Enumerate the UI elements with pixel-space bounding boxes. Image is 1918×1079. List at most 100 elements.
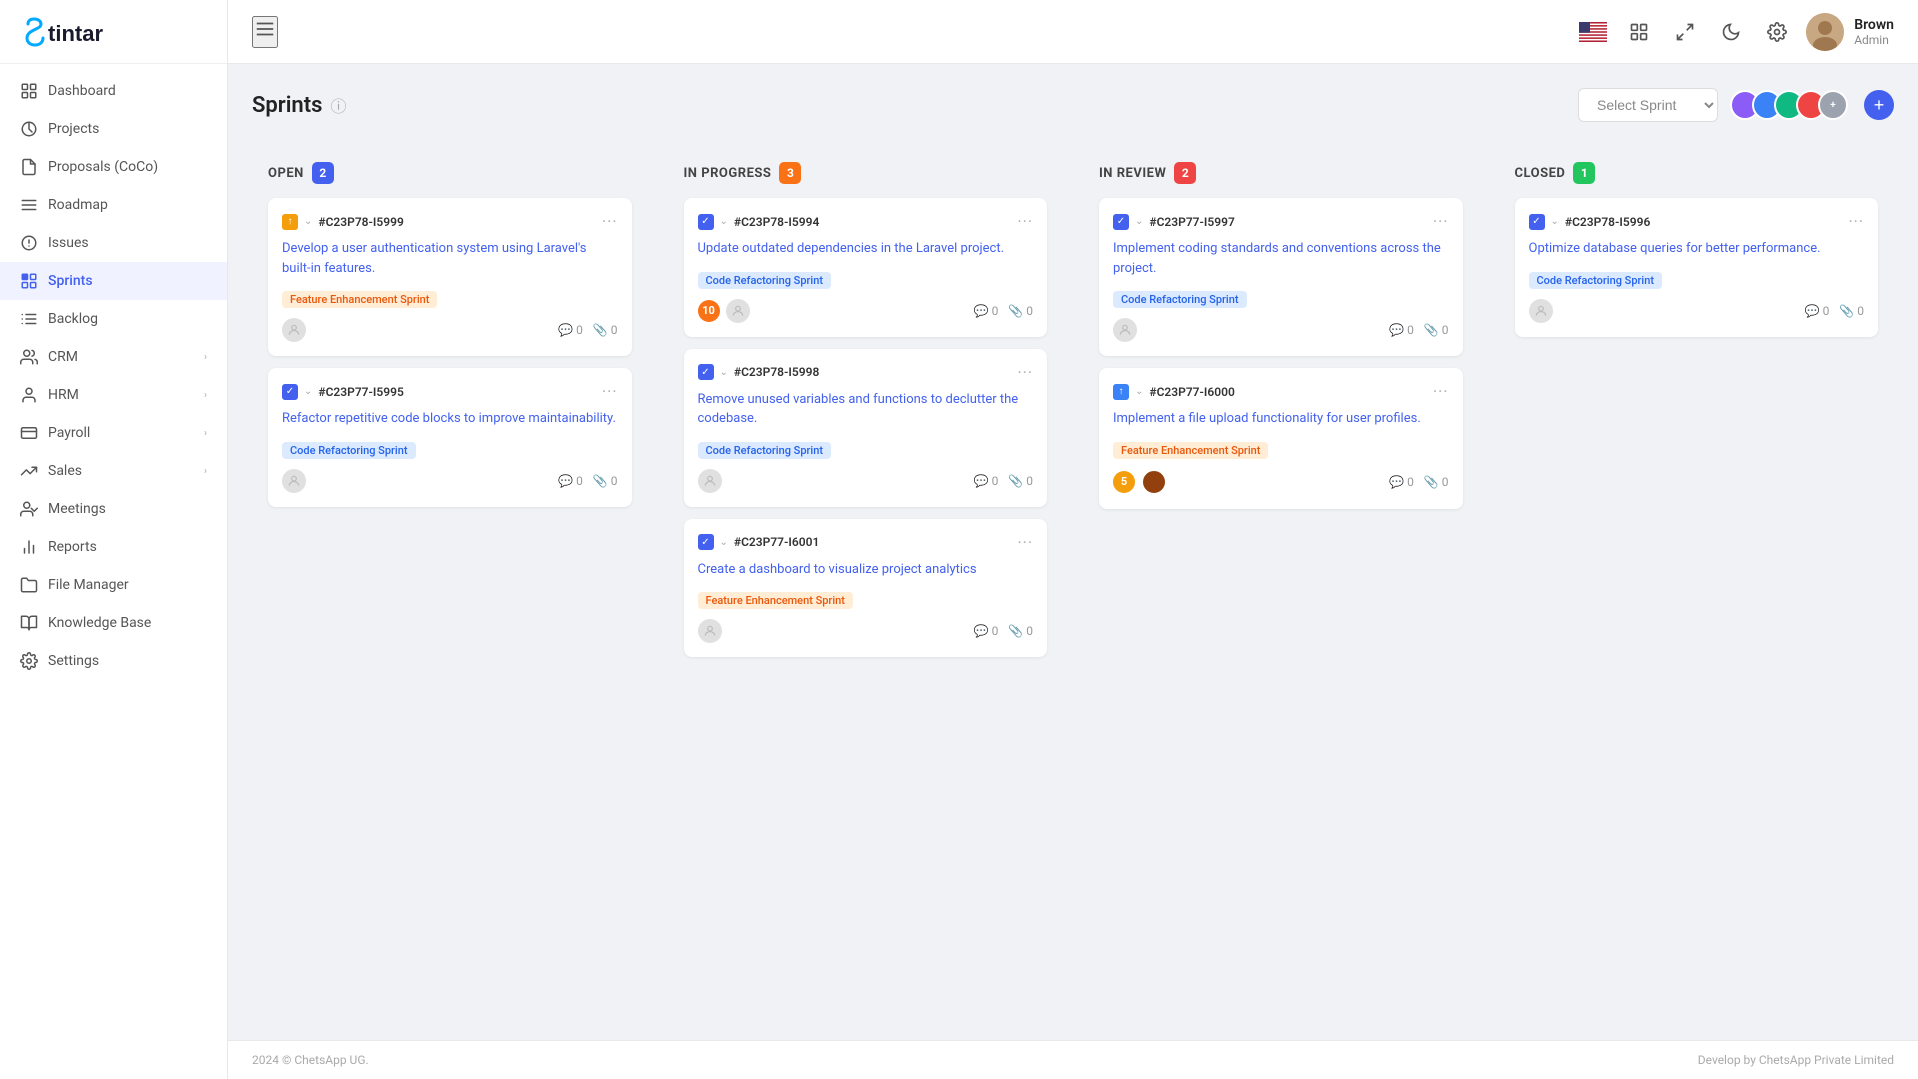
sidebar-item-projects[interactable]: Projects [0,110,227,148]
add-sprint-button[interactable]: + [1864,90,1894,120]
table-row[interactable]: ⌄ #C23P77-I6001 ··· Create a dashboard t… [684,519,1048,658]
sidebar-item-label: Projects [48,121,207,137]
table-row[interactable]: ⌄ #C23P77-I5997 ··· Implement coding sta… [1099,198,1463,356]
card-id-row: ⌄ #C23P77-I6001 [698,534,820,550]
page-body: Sprints ⓘ Select Sprint + + [228,64,1918,1040]
comment-stat: 💬 0 [974,304,999,318]
card-menu-button[interactable]: ··· [1017,363,1033,382]
card-footer: 💬 0 📎 0 [1113,318,1449,342]
apps-button[interactable] [1622,15,1656,49]
card-description: Create a dashboard to visualize project … [698,560,1034,580]
theme-toggle-button[interactable] [1714,15,1748,49]
card-id-row: ↑ ⌄ #C23P78-I5999 [282,214,404,230]
sidebar: tintar Dashboard Projects Proposals (CoC… [0,0,228,1079]
card-stats: 💬 0 📎 0 [974,624,1033,638]
card-menu-button[interactable]: ··· [602,212,618,231]
table-row[interactable]: ↑ ⌄ #C23P77-I6000 ··· Implement a file u… [1099,368,1463,509]
reports-icon [20,538,38,556]
sidebar-item-label: Issues [48,235,207,251]
info-icon[interactable]: ⓘ [330,93,346,117]
table-row[interactable]: ↑ ⌄ #C23P78-I5999 ··· Develop a user aut… [268,198,632,356]
payroll-icon [20,424,38,442]
settings-button[interactable] [1760,15,1794,49]
sidebar-item-label: Meetings [48,501,207,517]
card-menu-button[interactable]: ··· [602,382,618,401]
card-assignee [1113,318,1137,342]
card-footer: 💬 0 📎 0 [698,469,1034,493]
kanban-col-closed: CLOSED 1 ⌄ #C23P78-I5996 ··· Optimize da… [1499,146,1895,365]
sidebar-item-label: Payroll [48,425,194,441]
card-tag: Code Refactoring Sprint [698,272,832,289]
sidebar-item-meetings[interactable]: Meetings [0,490,227,528]
card-assignee [282,469,306,493]
sidebar-item-issues[interactable]: Issues [0,224,227,262]
chevron-icon: ⌄ [304,216,312,227]
table-row[interactable]: ⌄ #C23P78-I5998 ··· Remove unused variab… [684,349,1048,507]
col-badge-in-review: 2 [1174,162,1196,184]
priority-icon: ↑ [1113,384,1129,400]
card-id: #C23P77-I6000 [1149,385,1234,399]
sprint-select[interactable]: Select Sprint [1578,88,1718,122]
card-id-row: ⌄ #C23P78-I5994 [698,214,820,230]
sidebar-item-file-manager[interactable]: File Manager [0,566,227,604]
crm-arrow: › [204,352,207,363]
card-footer: 10 💬 0 📎 0 [698,299,1034,323]
sidebar-item-proposals[interactable]: Proposals (CoCo) [0,148,227,186]
card-description: Remove unused variables and functions to… [698,390,1034,429]
card-checkbox [698,364,714,380]
user-profile[interactable]: Brown Admin [1806,13,1894,51]
meetings-icon [20,500,38,518]
sprint-select-area: Select Sprint + + [1578,88,1894,122]
card-checkbox [698,534,714,550]
card-menu-button[interactable]: ··· [1433,212,1449,231]
task-count-badge: 5 [1113,471,1135,493]
card-stats: 💬 0 📎 0 [1389,323,1448,337]
sidebar-item-crm[interactable]: CRM › [0,338,227,376]
sidebar-item-settings[interactable]: Settings [0,642,227,680]
card-checkbox [698,214,714,230]
sales-arrow: › [204,466,207,477]
table-row[interactable]: ⌄ #C23P78-I5994 ··· Update outdated depe… [684,198,1048,337]
card-id: #C23P78-I5999 [318,215,403,229]
card-tag: Code Refactoring Sprint [282,442,416,459]
attachment-stat: 📎 0 [1424,323,1449,337]
avatar [1806,13,1844,51]
col-badge-in-progress: 3 [779,162,801,184]
sidebar-item-reports[interactable]: Reports [0,528,227,566]
attachment-stat: 📎 0 [1839,304,1864,318]
attachment-stat: 📎 0 [1424,475,1449,489]
page-header: Sprints ⓘ Select Sprint + + [252,88,1894,122]
card-footer: 5 💬 0 📎 0 [1113,469,1449,495]
sidebar-item-sprints[interactable]: Sprints [0,262,227,300]
fullscreen-button[interactable] [1668,15,1702,49]
card-stats: 💬 0 📎 0 [974,304,1033,318]
card-stats: 💬 0 📎 0 [974,474,1033,488]
language-selector[interactable] [1576,15,1610,49]
sidebar-item-sales[interactable]: Sales › [0,452,227,490]
card-menu-button[interactable]: ··· [1017,533,1033,552]
card-menu-button[interactable]: ··· [1433,382,1449,401]
card-tag: Code Refactoring Sprint [1529,272,1663,289]
hrm-icon [20,386,38,404]
comment-stat: 💬 0 [558,323,583,337]
card-menu-button[interactable]: ··· [1848,212,1864,231]
sidebar-item-dashboard[interactable]: Dashboard [0,72,227,110]
sidebar-item-hrm[interactable]: HRM › [0,376,227,414]
avatar-small [1141,469,1167,495]
chevron-icon: ⌄ [1135,386,1143,397]
kanban-board: OPEN 2 ↑ ⌄ #C23P78-I5999 ··· Develop a u… [252,146,1894,685]
hrm-arrow: › [204,390,207,401]
file-manager-icon [20,576,38,594]
sidebar-item-knowledge-base[interactable]: Knowledge Base [0,604,227,642]
card-stats: 💬 0 📎 0 [558,474,617,488]
card-menu-button[interactable]: ··· [1017,212,1033,231]
table-row[interactable]: ⌄ #C23P77-I5995 ··· Refactor repetitive … [268,368,632,507]
sidebar-item-roadmap[interactable]: Roadmap [0,186,227,224]
logo[interactable]: tintar [0,0,227,64]
sidebar-item-payroll[interactable]: Payroll › [0,414,227,452]
hamburger-button[interactable] [252,16,278,48]
table-row[interactable]: ⌄ #C23P78-I5996 ··· Optimize database qu… [1515,198,1879,337]
main-content: Brown Admin Sprints ⓘ Select Sprint [228,0,1918,1079]
proposals-icon [20,158,38,176]
sidebar-item-backlog[interactable]: Backlog [0,300,227,338]
